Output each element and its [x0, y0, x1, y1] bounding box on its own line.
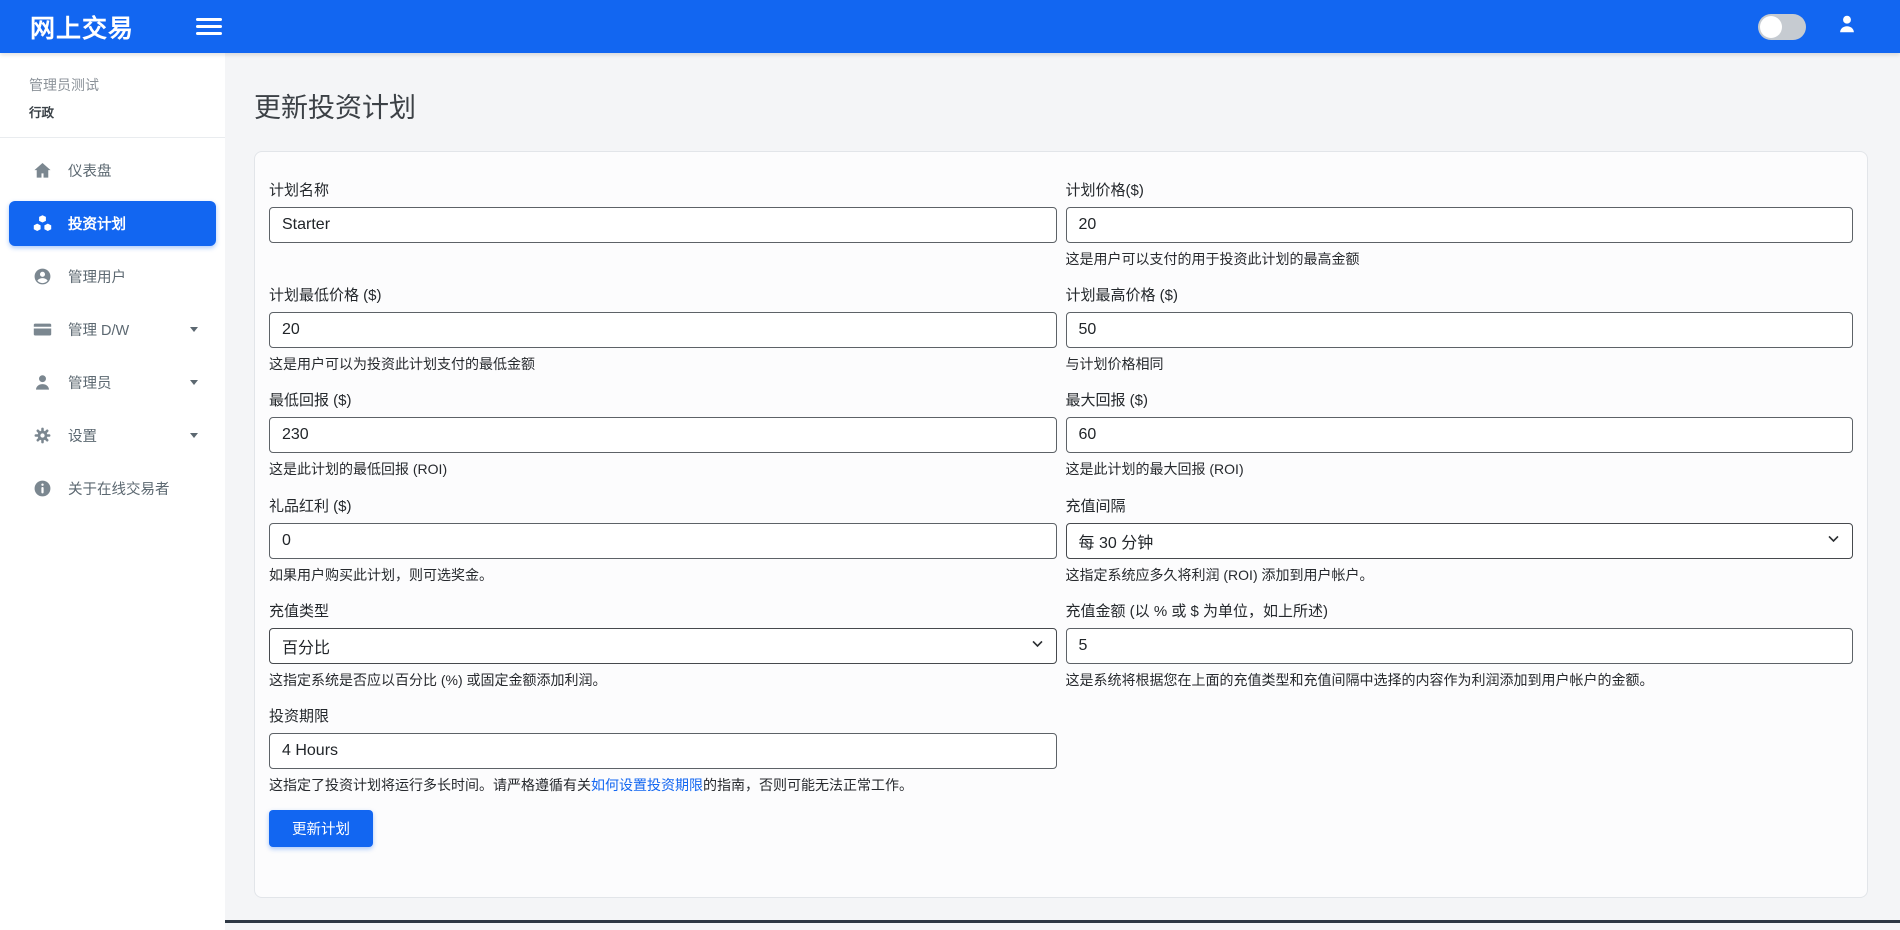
sidebar-item-investment-plans[interactable]: 投资计划 [9, 201, 216, 246]
sidebar-divider [0, 137, 225, 138]
info-circle-icon [30, 479, 54, 498]
hamburger-menu-icon[interactable] [196, 18, 222, 35]
field-label: 投资期限 [269, 705, 1057, 726]
plan-price-input[interactable] [1066, 207, 1854, 243]
sidebar-item-dashboard[interactable]: 仪表盘 [9, 148, 216, 193]
gear-icon [30, 426, 54, 445]
field-helper: 这是用户可以支付的用于投资此计划的最高金额 [1066, 250, 1854, 268]
chevron-down-icon [190, 327, 198, 332]
user-icon [30, 373, 54, 392]
field-topup-amount: 充值金额 (以 % 或 $ 为单位，如上所述) 这是系统将根据您在上面的充值类型… [1066, 600, 1854, 689]
sidebar-item-label: 管理用户 [68, 266, 126, 287]
footer-divider [225, 920, 1900, 923]
empty-cell [1066, 705, 1854, 794]
topup-amount-input[interactable] [1066, 628, 1854, 664]
sidebar-item-manage-users[interactable]: 管理用户 [9, 254, 216, 299]
credit-card-icon [30, 320, 54, 339]
investment-period-guide-link[interactable]: 如何设置投资期限 [591, 777, 703, 793]
plan-min-price-input[interactable] [269, 312, 1057, 348]
main-content: 更新投资计划 计划名称 计划价格($) 这是用户可以支付的用于投资此计划的最高金… [225, 53, 1900, 930]
cubes-icon [30, 214, 54, 233]
field-investment-period: 投资期限 这指定了投资计划将运行多长时间。请严格遵循有关如何设置投资期限的指南，… [269, 705, 1057, 794]
field-plan-price: 计划价格($) 这是用户可以支付的用于投资此计划的最高金额 [1066, 179, 1854, 268]
user-profile-icon[interactable] [1836, 13, 1858, 40]
sidebar-item-label: 设置 [68, 425, 97, 446]
sidebar: 管理员测试 行政 仪表盘 投资计划 管理用户 管理 D/W [0, 53, 225, 930]
plan-max-price-input[interactable] [1066, 312, 1854, 348]
sidebar-item-label: 投资计划 [68, 213, 126, 234]
field-helper: 这指定系统应多久将利润 (ROI) 添加到用户帐户。 [1066, 566, 1854, 584]
sidebar-item-label: 仪表盘 [68, 160, 112, 181]
user-circle-icon [30, 267, 54, 286]
theme-toggle[interactable] [1758, 14, 1806, 40]
field-label: 计划名称 [269, 179, 1057, 200]
field-plan-min-price: 计划最低价格 ($) 这是用户可以为投资此计划支付的最低金额 [269, 284, 1057, 373]
gift-bonus-input[interactable] [269, 523, 1057, 559]
plan-name-input[interactable] [269, 207, 1057, 243]
sidebar-user-name: 管理员测试 [29, 75, 225, 95]
sidebar-item-manage-dw[interactable]: 管理 D/W [9, 307, 216, 352]
field-gift-bonus: 礼品红利 ($) 如果用户购买此计划，则可选奖金。 [269, 495, 1057, 584]
selected-option: 每 30 分钟 [1079, 529, 1154, 553]
topup-type-select[interactable]: 百分比 [269, 628, 1057, 664]
max-return-input[interactable] [1066, 417, 1854, 453]
field-helper: 与计划价格相同 [1066, 355, 1854, 373]
sidebar-item-label: 管理员 [68, 372, 112, 393]
update-plan-button[interactable]: 更新计划 [269, 810, 373, 847]
sidebar-item-about[interactable]: 关于在线交易者 [9, 466, 216, 511]
field-helper: 这指定系统是否应以百分比 (%) 或固定金额添加利润。 [269, 671, 1057, 689]
home-icon [30, 161, 54, 180]
page-title: 更新投资计划 [254, 86, 1900, 125]
field-topup-interval: 充值间隔 每 30 分钟 这指定系统应多久将利润 (ROI) 添加到用户帐户。 [1066, 495, 1854, 584]
field-label: 计划价格($) [1066, 179, 1854, 200]
sidebar-item-settings[interactable]: 设置 [9, 413, 216, 458]
topup-interval-select[interactable]: 每 30 分钟 [1066, 523, 1854, 559]
field-topup-type: 充值类型 百分比 这指定系统是否应以百分比 (%) 或固定金额添加利润。 [269, 600, 1057, 689]
field-helper: 这是用户可以为投资此计划支付的最低金额 [269, 355, 1057, 373]
field-label: 充值金额 (以 % 或 $ 为单位，如上所述) [1066, 600, 1854, 621]
field-plan-name: 计划名称 [269, 179, 1057, 268]
field-helper: 这是此计划的最大回报 (ROI) [1066, 460, 1854, 478]
top-navbar: 网上交易 [0, 0, 1900, 53]
investment-period-input[interactable] [269, 733, 1057, 769]
field-min-return: 最低回报 ($) 这是此计划的最低回报 (ROI) [269, 389, 1057, 478]
field-label: 礼品红利 ($) [269, 495, 1057, 516]
chevron-down-icon [1031, 637, 1044, 655]
field-label: 充值间隔 [1066, 495, 1854, 516]
field-helper: 这指定了投资计划将运行多长时间。请严格遵循有关如何设置投资期限的指南，否则可能无… [269, 776, 1057, 794]
min-return-input[interactable] [269, 417, 1057, 453]
sidebar-item-admins[interactable]: 管理员 [9, 360, 216, 405]
field-label: 计划最高价格 ($) [1066, 284, 1854, 305]
chevron-down-icon [1827, 532, 1840, 550]
sidebar-item-label: 关于在线交易者 [68, 478, 170, 499]
field-label: 计划最低价格 ($) [269, 284, 1057, 305]
chevron-down-icon [190, 380, 198, 385]
toggle-knob [1760, 16, 1782, 38]
selected-option: 百分比 [282, 634, 330, 658]
field-label: 最大回报 ($) [1066, 389, 1854, 410]
field-helper: 这是系统将根据您在上面的充值类型和充值间隔中选择的内容作为利润添加到用户帐户的金… [1066, 671, 1854, 689]
sidebar-user-role: 行政 [29, 102, 225, 121]
field-helper: 如果用户购买此计划，则可选奖金。 [269, 566, 1057, 584]
plan-form-card: 计划名称 计划价格($) 这是用户可以支付的用于投资此计划的最高金额 计划最低价… [254, 151, 1868, 898]
field-max-return: 最大回报 ($) 这是此计划的最大回报 (ROI) [1066, 389, 1854, 478]
field-helper: 这是此计划的最低回报 (ROI) [269, 460, 1057, 478]
sidebar-item-label: 管理 D/W [68, 319, 129, 340]
brand-title: 网上交易 [30, 9, 134, 45]
field-label: 最低回报 ($) [269, 389, 1057, 410]
chevron-down-icon [190, 433, 198, 438]
field-plan-max-price: 计划最高价格 ($) 与计划价格相同 [1066, 284, 1854, 373]
field-label: 充值类型 [269, 600, 1057, 621]
